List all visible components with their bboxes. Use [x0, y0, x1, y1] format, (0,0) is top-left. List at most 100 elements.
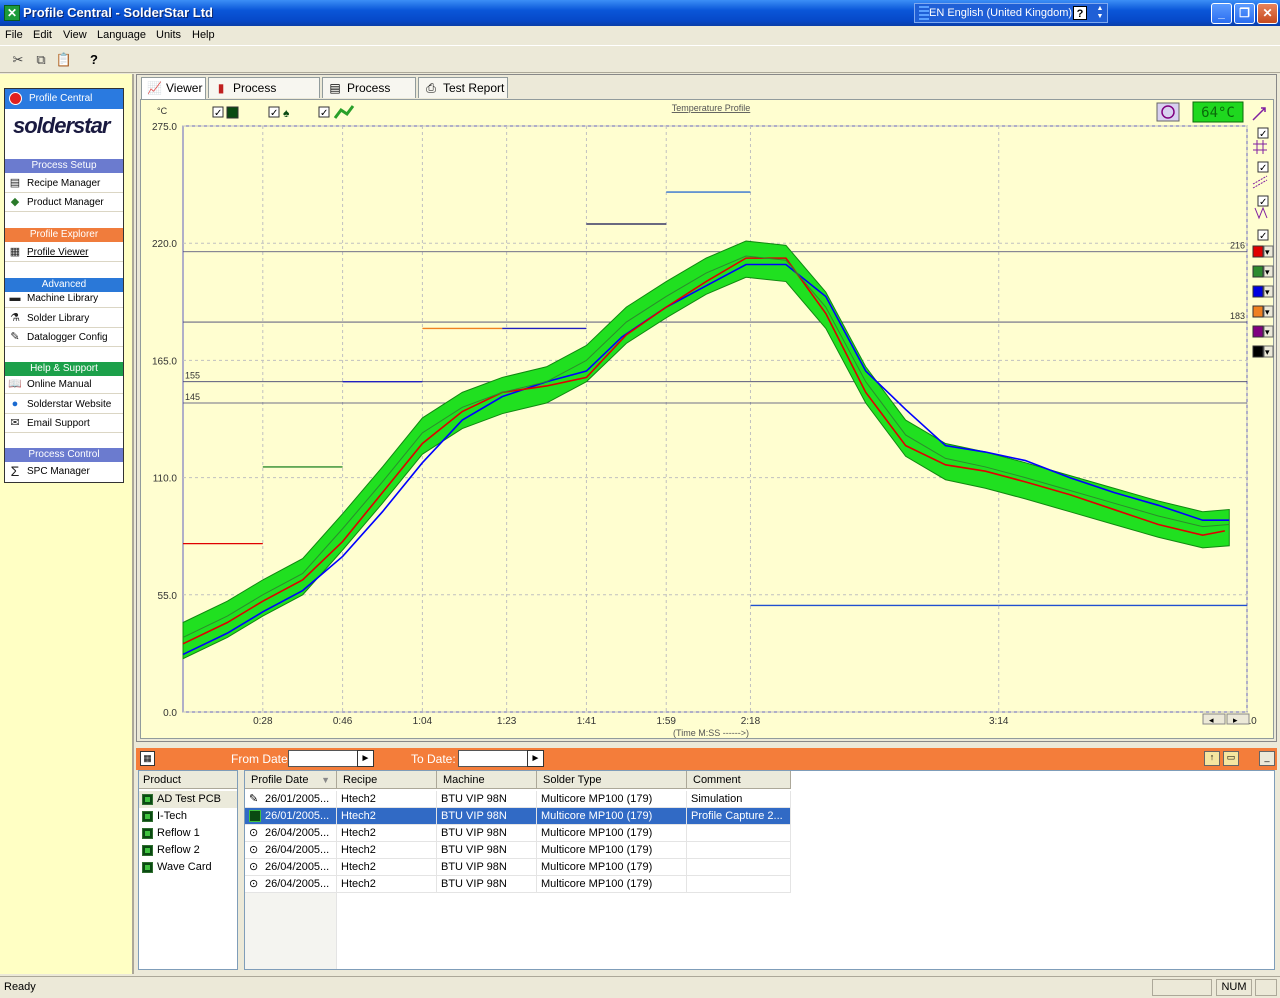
minimize-panel-icon[interactable]: _ — [1259, 751, 1275, 766]
menu-help[interactable]: Help — [192, 29, 215, 41]
column-comment[interactable]: Comment — [687, 771, 791, 789]
table-cell[interactable]: BTU VIP 98N — [437, 825, 537, 842]
table-cell[interactable]: ⊙ 26/04/2005... — [245, 876, 337, 893]
sidebar-item-spc-manager[interactable]: Σ SPC Manager — [5, 463, 123, 481]
column-profile-date[interactable]: Profile Date ▼ — [245, 771, 337, 789]
minimize-button[interactable]: _ — [1211, 3, 1232, 24]
sidebar-item-datalogger-config[interactable]: ✎ Datalogger Config — [5, 329, 123, 347]
table-cell[interactable]: Profile Capture 2... — [687, 808, 791, 825]
sidebar-item-solder-library[interactable]: ⚗ Solder Library — [5, 310, 123, 328]
measure-icon[interactable] — [1254, 206, 1268, 220]
sidebar-item-profile-viewer[interactable]: ▦ Profile Viewer — [5, 244, 123, 262]
grid-icon[interactable] — [1253, 140, 1267, 154]
language-selector[interactable]: EN English (United Kingdom) ? ▲ ▼ — [914, 3, 1108, 23]
menu-file[interactable]: File — [5, 29, 23, 41]
calendar-icon[interactable]: ▦ — [140, 751, 155, 766]
num-lock-indicator: NUM — [1216, 979, 1252, 996]
cell-text: Profile Capture 2... — [691, 810, 783, 822]
series-color-swatch[interactable] — [1252, 285, 1264, 298]
tab-process-checker[interactable]: ▮Process Checker — [208, 77, 320, 115]
x-tick-label: 0:46 — [333, 716, 353, 727]
folder-up-icon[interactable]: ↑ — [1204, 751, 1220, 766]
pcb-icon — [142, 845, 153, 856]
copy-icon[interactable]: ⧉ — [31, 50, 51, 70]
table-cell[interactable]: Htech2 — [337, 791, 437, 808]
tab-viewer[interactable]: 📈 Viewer — [141, 77, 206, 99]
maximize-button[interactable]: ❐ — [1234, 3, 1255, 24]
table-cell[interactable]: ⊙ 26/04/2005... — [245, 825, 337, 842]
chevron-left-icon: ◂ — [1209, 715, 1214, 725]
folder-icon[interactable]: ▭ — [1223, 751, 1239, 766]
status-pane — [1152, 979, 1212, 996]
table-cell[interactable]: Htech2 — [337, 842, 437, 859]
table-cell[interactable]: ✎ 26/01/2005... — [245, 791, 337, 808]
table-cell[interactable]: Multicore MP100 (179) — [537, 791, 687, 808]
list-item[interactable]: I-Tech — [139, 808, 237, 825]
column-machine[interactable]: Machine — [437, 771, 537, 789]
zoom-icon[interactable] — [1252, 107, 1266, 121]
list-item[interactable]: Reflow 2 — [139, 842, 237, 859]
menu-edit[interactable]: Edit — [33, 29, 52, 41]
paste-icon[interactable]: 📋 — [54, 50, 74, 70]
series-color-swatch[interactable] — [1252, 245, 1264, 258]
table-cell[interactable]: BTU VIP 98N — [437, 842, 537, 859]
email-icon: ✉ — [10, 417, 20, 429]
table-cell[interactable]: Simulation — [687, 791, 791, 808]
temperature-plot[interactable]: °C ✓ ✓ ✓ ♠ Temperature Profile 64°C 0.0 55.0 110.… — [140, 99, 1274, 739]
profile-table: Profile Date ▼ Recipe Machine Solder Type… — [244, 770, 1275, 970]
sidebar-item-solderstar-website[interactable]: ● Solderstar Website — [5, 396, 123, 414]
table-cell[interactable]: 26/01/2005... — [245, 808, 337, 825]
help-icon[interactable]: ? — [1073, 6, 1087, 20]
sidebar-item-product-manager[interactable]: ◆ Product Manager — [5, 194, 123, 212]
menu-units[interactable]: Units — [156, 29, 181, 41]
table-cell[interactable] — [687, 859, 791, 876]
table-cell[interactable]: Htech2 — [337, 808, 437, 825]
scroll-left-button[interactable] — [1202, 713, 1226, 725]
table-cell[interactable]: Multicore MP100 (179) — [537, 808, 687, 825]
to-date-button[interactable]: ► — [527, 750, 544, 767]
close-button[interactable]: ✕ — [1257, 3, 1278, 24]
table-cell[interactable]: ⊙ 26/04/2005... — [245, 859, 337, 876]
table-cell[interactable] — [687, 876, 791, 893]
tab-test-report[interactable]: ⎙ Test Report — [418, 77, 508, 98]
tab-process-data[interactable]: ▤Process Data — [322, 77, 416, 115]
series-color-swatch[interactable] — [1252, 325, 1264, 338]
sidebar-item-recipe-manager[interactable]: ▤ Recipe Manager — [5, 175, 123, 193]
sidebar-item-email-support[interactable]: ✉ Email Support — [5, 415, 123, 433]
table-cell[interactable]: BTU VIP 98N — [437, 876, 537, 893]
table-cell[interactable]: Htech2 — [337, 859, 437, 876]
list-item[interactable]: AD Test PCB — [139, 791, 237, 808]
product-column-header[interactable]: Product — [139, 771, 237, 789]
column-solder-type[interactable]: Solder Type — [537, 771, 687, 789]
sidebar-item-machine-library[interactable]: ▬ Machine Library — [5, 290, 123, 308]
size-grip[interactable] — [1255, 979, 1277, 996]
list-item[interactable]: Wave Card — [139, 859, 237, 876]
temperature-chart[interactable]: °C ✓ ✓ ✓ ♠ Temperature Profile 64°C 0.0 55.0 110.… — [141, 100, 1275, 740]
help-icon[interactable]: ? — [84, 50, 104, 70]
table-cell[interactable]: BTU VIP 98N — [437, 808, 537, 825]
series-color-swatch[interactable] — [1252, 265, 1264, 278]
list-item[interactable]: Reflow 1 — [139, 825, 237, 842]
series-color-swatch[interactable] — [1252, 345, 1264, 358]
spinner-icon[interactable]: ▲ ▼ — [1095, 5, 1105, 21]
table-cell[interactable]: Multicore MP100 (179) — [537, 825, 687, 842]
table-cell[interactable]: Multicore MP100 (179) — [537, 859, 687, 876]
table-cell[interactable]: Multicore MP100 (179) — [537, 876, 687, 893]
table-cell[interactable]: BTU VIP 98N — [437, 859, 537, 876]
table-cell[interactable]: Htech2 — [337, 876, 437, 893]
from-date-button[interactable]: ► — [357, 750, 374, 767]
scroll-right-button[interactable] — [1226, 713, 1250, 725]
menu-language[interactable]: Language — [97, 29, 146, 41]
table-cell[interactable]: Htech2 — [337, 825, 437, 842]
column-recipe[interactable]: Recipe — [337, 771, 437, 789]
table-cell[interactable]: Multicore MP100 (179) — [537, 842, 687, 859]
table-cell[interactable] — [687, 842, 791, 859]
cut-icon[interactable]: ✂ — [8, 50, 28, 70]
sidebar-item-online-manual[interactable]: 📖 Online Manual — [5, 376, 123, 394]
table-cell[interactable]: BTU VIP 98N — [437, 791, 537, 808]
dashes-icon[interactable] — [1252, 175, 1268, 189]
table-cell[interactable]: ⊙ 26/04/2005... — [245, 842, 337, 859]
table-cell[interactable] — [687, 825, 791, 842]
menu-view[interactable]: View — [63, 29, 87, 41]
series-color-swatch[interactable] — [1252, 305, 1264, 318]
